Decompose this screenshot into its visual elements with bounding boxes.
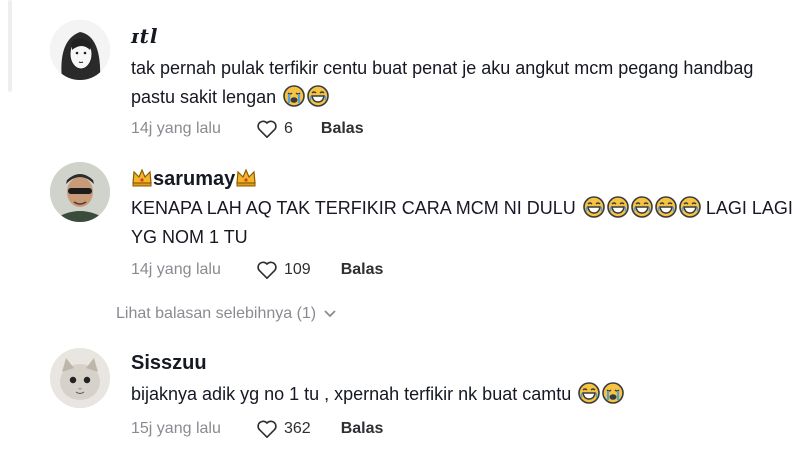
timestamp: 15j yang lalu [131,420,221,437]
crying-face-icon [602,382,625,404]
laughing-face-icon [578,382,601,404]
view-more-replies-button[interactable]: Lihat balasan selebihnya (1) [116,305,336,323]
like-button[interactable]: 109 [256,260,311,280]
avatar-sketch-image [50,20,110,80]
crying-face-icon [283,85,306,107]
heart-icon [257,261,277,279]
like-count: 362 [284,420,311,437]
timestamp: 14j yang lalu [131,261,221,278]
comment-text: bijaknya adik yg no 1 tu , xpernah terfi… [131,380,796,409]
username[interactable]: Sisszuu [131,352,207,375]
view-more-replies-label: Lihat balasan selebihnya (1) [116,305,317,322]
crown-icon [132,169,152,187]
avatar[interactable] [50,20,110,80]
laughing-face-icon [307,85,329,107]
laughing-face-icon [678,196,701,218]
comment-meta: 15j yang lalu 362 Balas [131,419,383,439]
avatar[interactable] [50,162,110,222]
heart-icon [257,120,277,138]
username-text: sarumay [153,168,236,190]
comment-meta: 14j yang lalu 6 Balas [131,119,364,139]
reply-button[interactable]: Balas [341,420,384,438]
timestamp: 14j yang lalu [131,120,221,137]
comment-text: KENAPA LAH AQ TAK TERFIKIR CARA MCM NI D… [131,194,796,252]
chevron-down-icon [324,310,336,318]
comment-meta: 14j yang lalu 109 Balas [131,260,383,280]
username[interactable]: ɪtl [131,24,158,48]
like-button[interactable]: 6 [256,119,293,139]
reply-button[interactable]: Balas [341,261,384,279]
like-count: 6 [284,120,293,137]
avatar[interactable] [50,348,110,408]
username[interactable]: sarumay [131,166,257,191]
heart-icon [257,420,277,438]
comment-text: tak pernah pulak terfikir centu buat pen… [131,54,796,112]
like-count: 109 [284,261,311,278]
laughing-face-icon [654,196,677,218]
like-button[interactable]: 362 [256,419,311,439]
reply-button[interactable]: Balas [321,120,364,138]
comment-text-content: tak pernah pulak terfikir centu buat pen… [131,58,754,107]
crown-icon [236,169,256,187]
laughing-face-icon [606,196,629,218]
avatar-photo-image [50,162,110,222]
scrollbar[interactable] [8,0,12,92]
avatar-cat-image [50,348,110,408]
comment-text-content: bijaknya adik yg no 1 tu , xpernah terfi… [131,384,572,404]
laughing-face-icon [630,196,653,218]
comment-text-content: KENAPA LAH AQ TAK TERFIKIR CARA MCM NI D… [131,198,576,218]
laughing-face-icon [582,196,605,218]
